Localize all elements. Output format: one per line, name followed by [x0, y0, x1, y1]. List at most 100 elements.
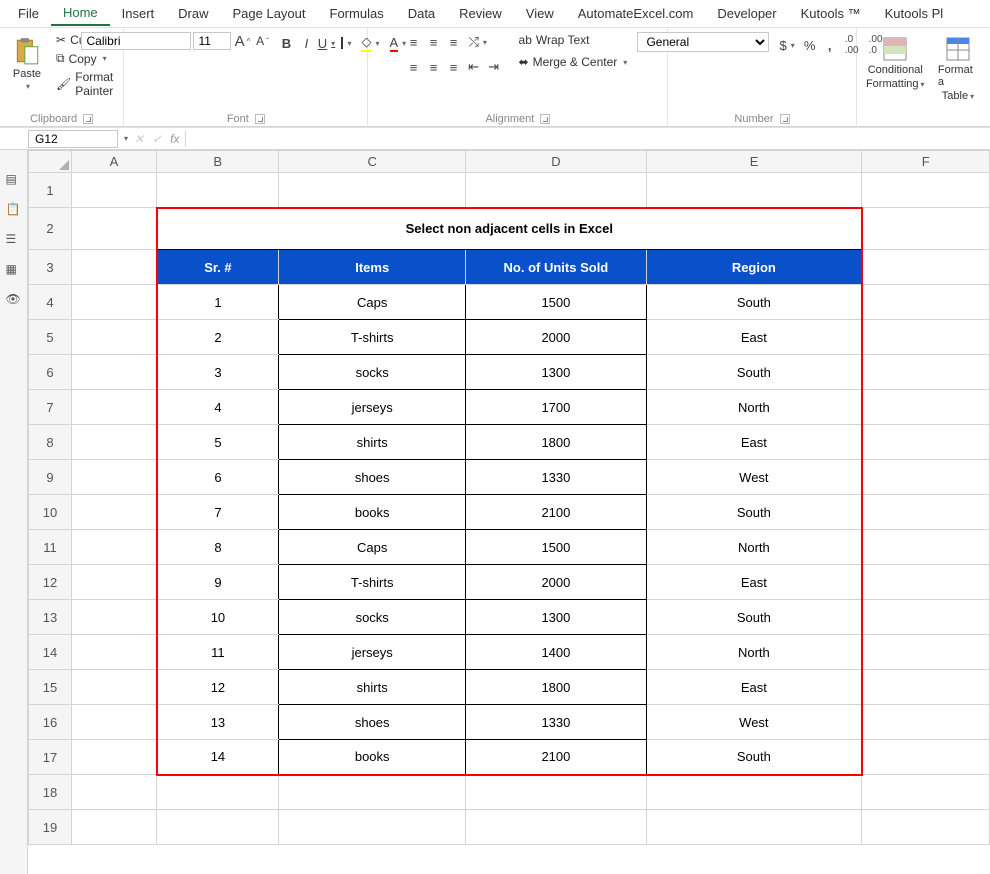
underline-button[interactable]: U▾	[317, 34, 335, 52]
tab-insert[interactable]: Insert	[110, 2, 167, 25]
tab-page-layout[interactable]: Page Layout	[221, 2, 318, 25]
cell-region[interactable]: North	[646, 635, 862, 670]
cell-item[interactable]: socks	[279, 355, 466, 390]
cell[interactable]	[862, 173, 990, 208]
cell[interactable]	[279, 173, 466, 208]
cell[interactable]	[71, 740, 156, 775]
cell-sr[interactable]: 1	[157, 285, 279, 320]
merge-center-button[interactable]: ⬌Merge & Center▾	[515, 54, 632, 70]
align-middle-button[interactable]: ≡	[425, 33, 443, 51]
cell-item[interactable]: shirts	[279, 425, 466, 460]
borders-button[interactable]: ▾	[337, 34, 355, 52]
row-header-3[interactable]: 3	[29, 250, 72, 285]
cell[interactable]	[862, 250, 990, 285]
cell-item[interactable]: Caps	[279, 285, 466, 320]
cell-region[interactable]: West	[646, 705, 862, 740]
decrease-font-button[interactable]: Aˇ	[253, 32, 271, 50]
tab-automate[interactable]: AutomateExcel.com	[566, 2, 706, 25]
cell-units[interactable]: 1330	[466, 460, 647, 495]
cell[interactable]	[862, 565, 990, 600]
cell[interactable]	[646, 810, 862, 845]
sidebar-icon-4[interactable]: ▦	[6, 262, 22, 278]
cell[interactable]	[71, 208, 156, 250]
cell-sr[interactable]: 9	[157, 565, 279, 600]
cell[interactable]	[71, 810, 156, 845]
cell-sr[interactable]: 3	[157, 355, 279, 390]
cell-region[interactable]: West	[646, 460, 862, 495]
cell[interactable]	[862, 810, 990, 845]
sidebar-icon-5[interactable]: 👁	[6, 292, 22, 308]
cell-item[interactable]: books	[279, 495, 466, 530]
italic-button[interactable]: I	[297, 34, 315, 52]
cell-sr[interactable]: 4	[157, 390, 279, 425]
cell[interactable]	[71, 495, 156, 530]
header-sr[interactable]: Sr. #	[157, 250, 279, 285]
cell-region[interactable]: East	[646, 565, 862, 600]
cell[interactable]	[862, 355, 990, 390]
cell[interactable]	[646, 775, 862, 810]
tab-file[interactable]: File	[6, 2, 51, 25]
sidebar-icon-2[interactable]: 📋	[6, 202, 22, 218]
cell[interactable]	[862, 460, 990, 495]
cell-region[interactable]: East	[646, 670, 862, 705]
cell-units[interactable]: 2100	[466, 740, 647, 775]
cell[interactable]	[466, 775, 647, 810]
cell-sr[interactable]: 8	[157, 530, 279, 565]
cell[interactable]	[862, 530, 990, 565]
align-top-button[interactable]: ≡	[405, 33, 423, 51]
font-name-select[interactable]	[81, 32, 191, 50]
cell-region[interactable]: South	[646, 600, 862, 635]
cell[interactable]	[71, 565, 156, 600]
cell[interactable]	[71, 705, 156, 740]
cell-item[interactable]: books	[279, 740, 466, 775]
cell-units[interactable]: 1800	[466, 425, 647, 460]
tab-draw[interactable]: Draw	[166, 2, 220, 25]
cell[interactable]	[862, 390, 990, 425]
sidebar-icon-1[interactable]: ▤	[6, 172, 22, 188]
cell-units[interactable]: 1700	[466, 390, 647, 425]
row-header-18[interactable]: 18	[29, 775, 72, 810]
cell-item[interactable]: T-shirts	[279, 565, 466, 600]
fx-icon[interactable]: fx	[170, 132, 179, 146]
cell-sr[interactable]: 13	[157, 705, 279, 740]
cell[interactable]	[279, 810, 466, 845]
cell-region[interactable]: East	[646, 320, 862, 355]
cell-units[interactable]: 1330	[466, 705, 647, 740]
number-format-select[interactable]: General	[637, 32, 769, 52]
cell-region[interactable]: North	[646, 530, 862, 565]
orientation-button[interactable]: ⤭▾	[465, 32, 491, 52]
worksheet-grid[interactable]: A B C D E F 1 2Select non adjacent cells…	[28, 150, 990, 845]
decrease-indent-button[interactable]: ⇤	[465, 58, 483, 76]
bold-button[interactable]: B	[277, 34, 295, 52]
cell-item[interactable]: shoes	[279, 705, 466, 740]
tab-data[interactable]: Data	[396, 2, 447, 25]
cell-item[interactable]: jerseys	[279, 390, 466, 425]
cell[interactable]	[71, 355, 156, 390]
cell[interactable]	[862, 670, 990, 705]
tab-review[interactable]: Review	[447, 2, 514, 25]
cell[interactable]	[71, 670, 156, 705]
cell[interactable]	[862, 320, 990, 355]
cell[interactable]	[157, 775, 279, 810]
row-header[interactable]: 7	[29, 390, 72, 425]
enter-icon[interactable]: ✓	[152, 132, 162, 146]
cell[interactable]	[71, 635, 156, 670]
cell[interactable]	[71, 775, 156, 810]
cell[interactable]	[71, 320, 156, 355]
col-header-F[interactable]: F	[862, 151, 990, 173]
cell-region[interactable]: North	[646, 390, 862, 425]
cell-units[interactable]: 1500	[466, 285, 647, 320]
col-header-E[interactable]: E	[646, 151, 862, 173]
cell[interactable]	[862, 495, 990, 530]
cell[interactable]	[71, 173, 156, 208]
row-header[interactable]: 5	[29, 320, 72, 355]
cell[interactable]	[71, 250, 156, 285]
sidebar-icon-3[interactable]: ☰	[6, 232, 22, 248]
tab-kutools-plus[interactable]: Kutools Pl	[873, 2, 956, 25]
cell[interactable]	[862, 775, 990, 810]
align-right-button[interactable]: ≡	[445, 58, 463, 76]
cell[interactable]	[862, 600, 990, 635]
row-header[interactable]: 13	[29, 600, 72, 635]
cell-region[interactable]: South	[646, 285, 862, 320]
comma-button[interactable]: ,	[821, 36, 839, 54]
